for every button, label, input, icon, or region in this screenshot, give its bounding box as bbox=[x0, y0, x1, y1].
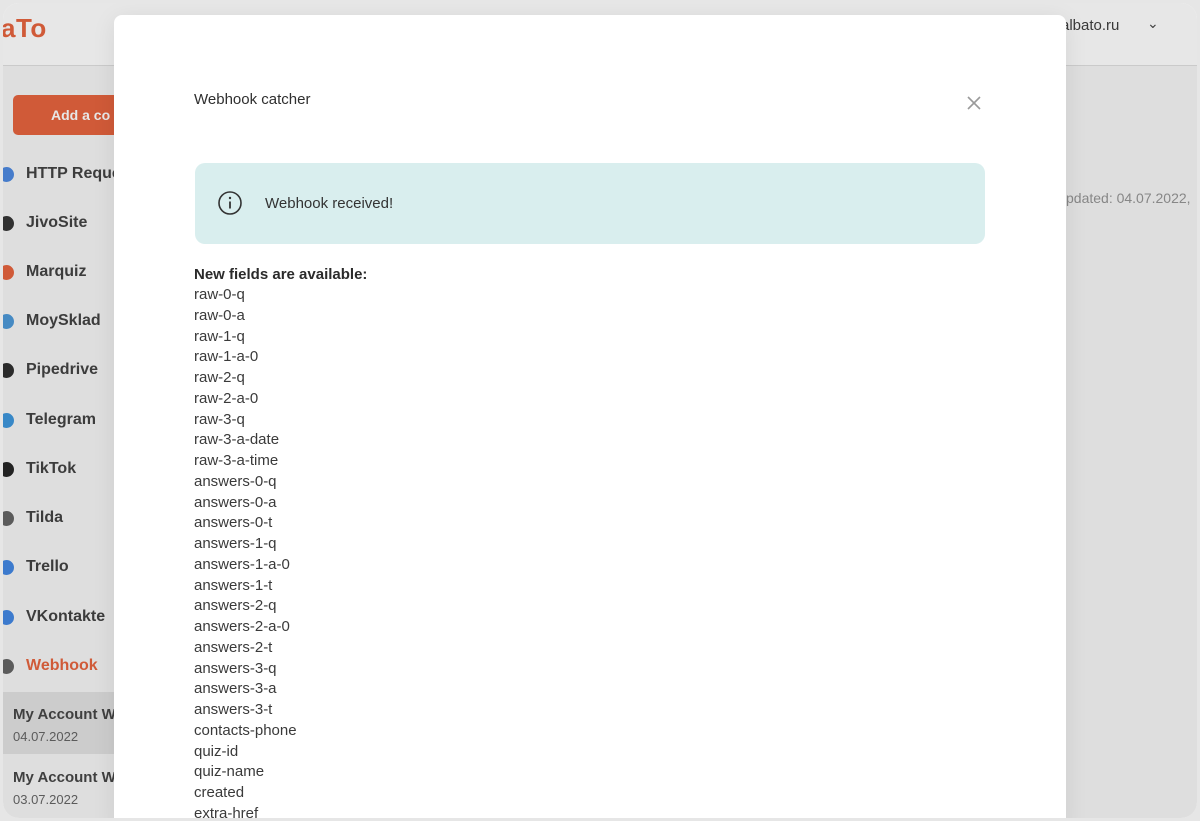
field-item: answers-2-a-0 bbox=[194, 618, 290, 635]
field-item: raw-2-a-0 bbox=[194, 389, 259, 407]
field-item: answers-0-q bbox=[194, 472, 277, 490]
field-item: answers-3-t bbox=[194, 701, 273, 718]
close-icon[interactable] bbox=[965, 94, 983, 112]
info-icon bbox=[218, 191, 242, 215]
field-item: raw-1-q bbox=[194, 327, 245, 345]
field-item: raw-3-q bbox=[194, 410, 245, 428]
field-item: extra-href bbox=[194, 804, 259, 818]
modal-title: Webhook catcher bbox=[194, 91, 311, 108]
field-item: answers-1-t bbox=[194, 576, 273, 594]
field-item: raw-0-q bbox=[194, 286, 245, 303]
field-item: answers-0-a bbox=[194, 493, 277, 511]
field-item: raw-3-a-date bbox=[194, 431, 280, 449]
field-item: answers-3-a bbox=[194, 680, 277, 698]
alert-message: Webhook received! bbox=[265, 195, 394, 212]
webhook-received-alert: Webhook received! bbox=[195, 163, 985, 244]
fields-title: New fields are available: bbox=[194, 266, 368, 283]
field-item: raw-3-a-time bbox=[194, 452, 279, 469]
field-item: raw-0-a bbox=[194, 306, 245, 324]
field-item: answers-2-t bbox=[194, 638, 273, 656]
field-item: created bbox=[194, 784, 245, 801]
field-item: answers-1-q bbox=[194, 535, 277, 552]
field-item: answers-3-q bbox=[194, 659, 277, 677]
field-item: quiz-name bbox=[194, 763, 265, 781]
field-item: contacts-phone bbox=[194, 721, 297, 739]
field-item: quiz-id bbox=[194, 742, 239, 760]
window-frame: aTo albato.ru ⌄ Add a co HTTP Reque JivoS… bbox=[3, 3, 1197, 818]
webhook-catcher-modal: Webhook catcher Webhook received! New fi… bbox=[114, 15, 1066, 818]
field-item: answers-1-a-0 bbox=[194, 555, 290, 573]
field-item: answers-0-t bbox=[194, 514, 273, 532]
field-item: answers-2-q bbox=[194, 597, 277, 615]
field-item: raw-2-q bbox=[194, 369, 245, 386]
field-item: raw-1-a-0 bbox=[194, 348, 259, 366]
new-fields-list: New fields are available: raw-0-q raw-0-a… bbox=[194, 265, 367, 818]
